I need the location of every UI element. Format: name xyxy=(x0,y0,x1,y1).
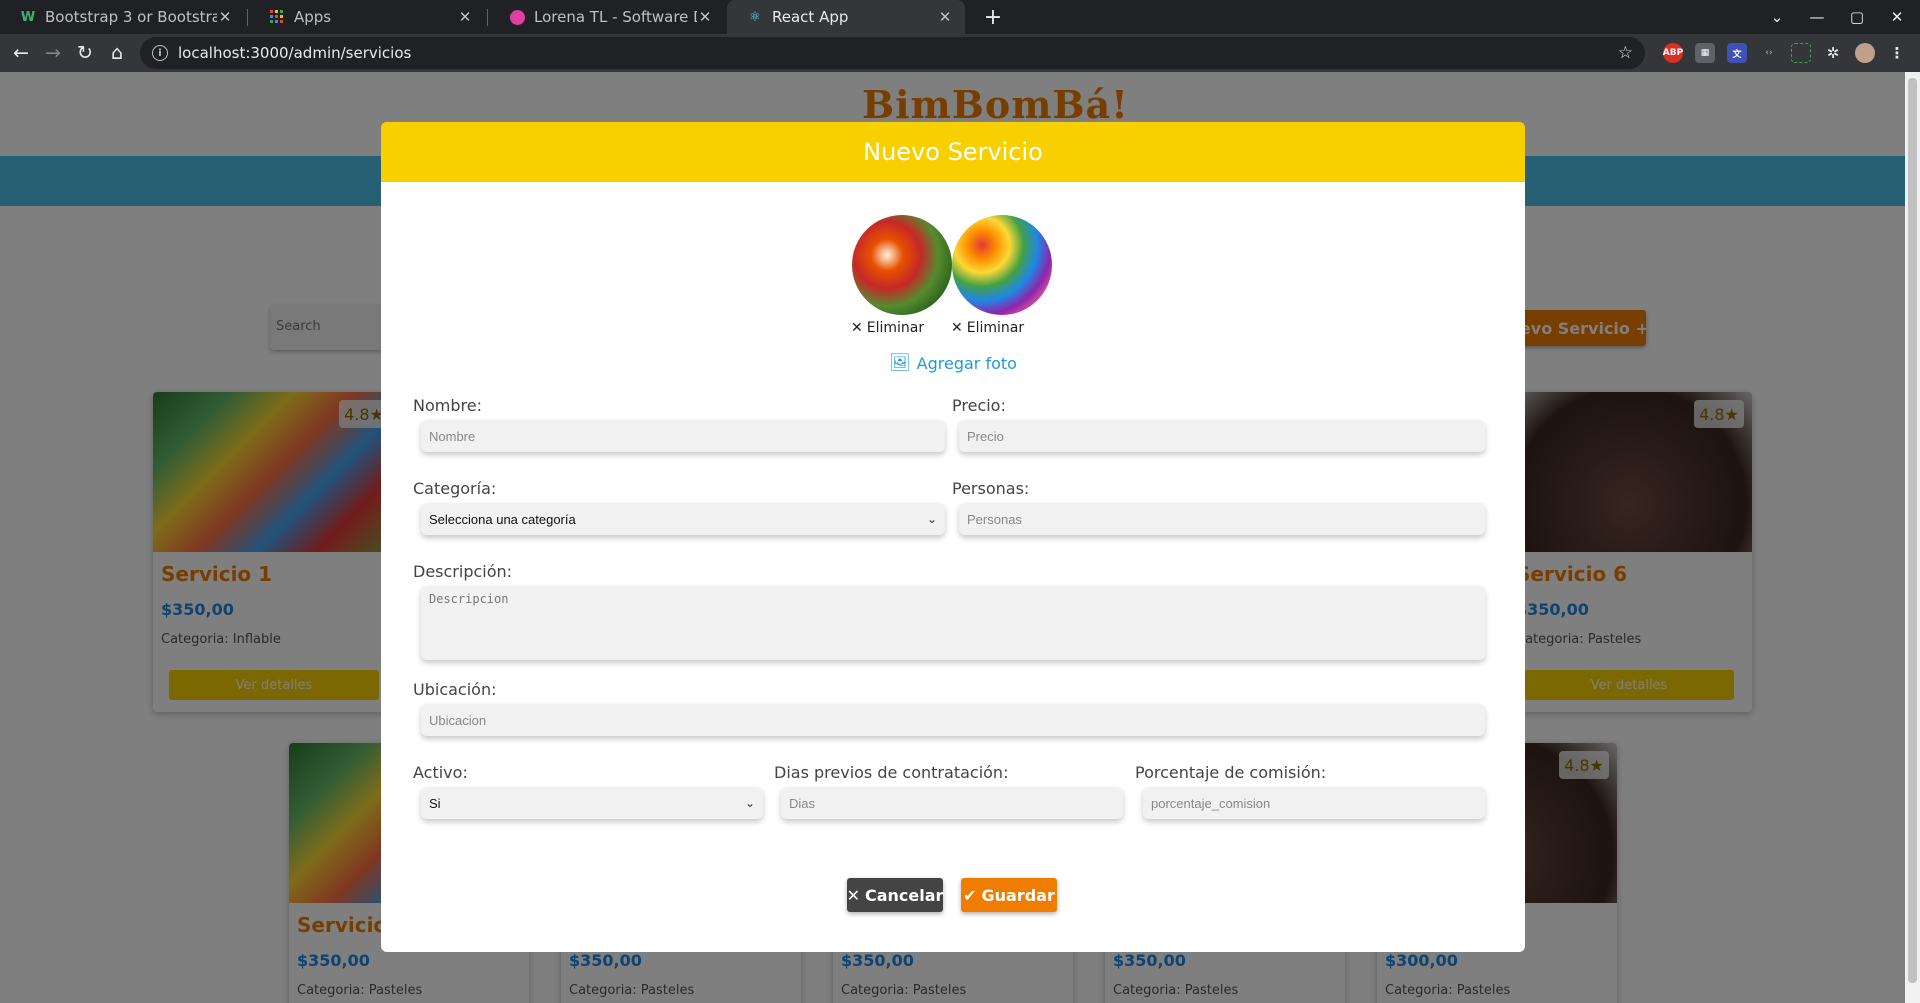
check-icon: ✔ xyxy=(963,885,977,905)
add-photo-link[interactable]: 🖼 Agregar foto xyxy=(381,353,1525,373)
w-logo-icon: W xyxy=(20,9,36,25)
close-icon: ✕ xyxy=(851,320,863,336)
tab-apps[interactable]: Apps ✕ xyxy=(249,0,485,34)
personas-input[interactable]: Personas xyxy=(959,503,1485,535)
url-text: localhost:3000/admin/servicios xyxy=(178,44,412,62)
scrollbar-thumb[interactable] xyxy=(1908,78,1917,983)
cancel-button[interactable]: ✕ Cancelar xyxy=(847,878,943,912)
tab-lorena[interactable]: Lorena TL - Software Dev ✕ xyxy=(489,0,725,34)
delete-photo-button[interactable]: ✕ Eliminar xyxy=(951,320,1024,336)
home-icon[interactable]: ⌂ xyxy=(102,38,132,68)
back-icon[interactable]: ← xyxy=(6,38,36,68)
react-icon: ⚛ xyxy=(749,9,761,25)
tab-separator xyxy=(247,9,248,26)
address-bar[interactable]: i localhost:3000/admin/servicios ☆ xyxy=(140,37,1645,69)
close-icon[interactable]: ✕ xyxy=(697,8,713,26)
close-icon[interactable]: ✕ xyxy=(217,8,233,26)
close-icon[interactable]: ✕ xyxy=(457,8,473,26)
tab-bootstrap[interactable]: W Bootstrap 3 or Bootstrap ✕ xyxy=(0,0,245,34)
new-service-modal: Nuevo Servicio ✕ Eliminar ✕ Eliminar 🖼 Agre… xyxy=(381,122,1525,952)
delete-photo-button[interactable]: ✕ Eliminar xyxy=(851,320,924,336)
chevron-down-icon: ⌄ xyxy=(744,796,755,810)
modal-title: Nuevo Servicio xyxy=(381,122,1525,182)
images-icon: 🖼 xyxy=(889,353,911,373)
tab-title: Apps xyxy=(294,8,332,26)
tab-separator xyxy=(487,9,488,26)
tab-react-app[interactable]: ⚛ React App ✕ xyxy=(727,0,965,34)
page-content: BimBomBá! Search Nuevo Servicio + 4.8★ S… xyxy=(0,72,1905,1003)
avatar-icon xyxy=(509,9,525,25)
descripcion-label: Descripción: xyxy=(413,562,513,581)
categoria-select[interactable]: Selecciona una categoría ⌄ xyxy=(421,503,945,535)
dias-input[interactable]: Dias xyxy=(781,787,1123,819)
browser-tab-bar: W Bootstrap 3 or Bootstrap ✕ Apps ✕ Lore… xyxy=(0,0,1920,34)
browser-toolbar: ← → ↻ ⌂ i localhost:3000/admin/servicios… xyxy=(0,34,1920,72)
descripcion-textarea[interactable]: Descripcion xyxy=(421,586,1485,660)
precio-label: Precio: xyxy=(952,396,1006,415)
grid-icon xyxy=(269,9,285,25)
extension-icon[interactable]: ▦ xyxy=(1695,43,1715,63)
maximize-icon[interactable]: ▢ xyxy=(1837,0,1877,34)
forward-icon[interactable]: → xyxy=(38,38,68,68)
personas-label: Personas: xyxy=(952,479,1030,498)
comision-input[interactable]: porcentaje_comision xyxy=(1143,787,1485,819)
page-scrollbar[interactable] xyxy=(1905,72,1920,1003)
service-photo xyxy=(952,215,1052,315)
nombre-label: Nombre: xyxy=(413,396,482,415)
screenshot-icon[interactable] xyxy=(1791,43,1811,63)
activo-label: Activo: xyxy=(413,763,468,782)
info-icon[interactable]: i xyxy=(152,45,168,61)
comision-label: Porcentaje de comisión: xyxy=(1135,763,1327,782)
activo-select[interactable]: Si ⌄ xyxy=(421,787,763,819)
adblock-icon[interactable]: ABP xyxy=(1663,43,1683,63)
close-icon: ✕ xyxy=(846,885,860,905)
tab-title: Lorena TL - Software Dev xyxy=(534,8,697,26)
precio-input[interactable]: Precio xyxy=(959,420,1485,452)
service-photo xyxy=(852,215,952,315)
close-icon: ✕ xyxy=(951,320,963,336)
code-icon[interactable]: ‹› xyxy=(1759,43,1779,63)
minimize-icon[interactable]: — xyxy=(1797,0,1837,34)
dias-label: Dias previos de contratación: xyxy=(774,763,1009,782)
translate-icon[interactable]: 文 xyxy=(1727,43,1747,63)
ubicacion-input[interactable]: Ubicacion xyxy=(421,704,1485,736)
ubicacion-label: Ubicación: xyxy=(413,680,497,699)
puzzle-icon[interactable]: ✲ xyxy=(1823,43,1843,63)
tab-title: Bootstrap 3 or Bootstrap xyxy=(45,8,217,26)
nombre-input[interactable]: Nombre xyxy=(421,420,945,452)
profile-avatar[interactable] xyxy=(1855,43,1875,63)
menu-icon[interactable]: ⋮ xyxy=(1887,43,1907,63)
categoria-label: Categoría: xyxy=(413,479,497,498)
new-tab-button[interactable]: + xyxy=(976,0,1010,34)
window-close-icon[interactable]: ✕ xyxy=(1877,0,1917,34)
chevron-down-icon: ⌄ xyxy=(926,512,937,526)
save-button[interactable]: ✔ Guardar xyxy=(961,878,1057,912)
close-icon[interactable]: ✕ xyxy=(937,8,953,26)
reload-icon[interactable]: ↻ xyxy=(70,38,100,68)
bookmark-star-icon[interactable]: ☆ xyxy=(1618,43,1633,63)
tab-search-icon[interactable]: ⌄ xyxy=(1757,0,1797,34)
tab-title: React App xyxy=(772,8,849,26)
